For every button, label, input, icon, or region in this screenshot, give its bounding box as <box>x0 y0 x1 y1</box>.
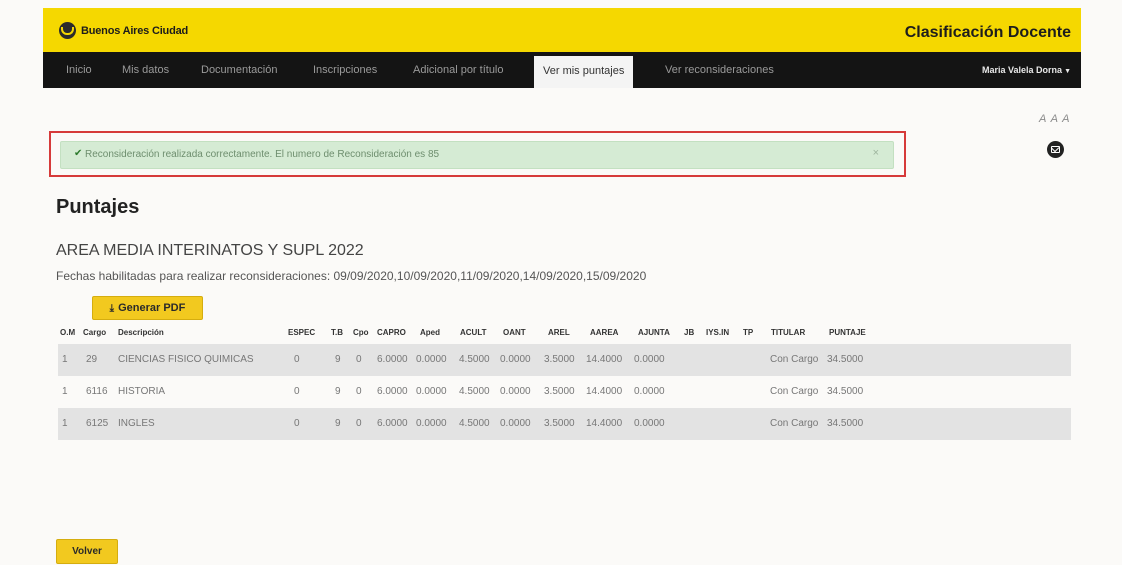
alert-highlight-box <box>49 131 906 177</box>
table-cell: 6116 <box>86 386 108 397</box>
nav-documentacion[interactable]: Documentación <box>201 52 277 88</box>
table-cell: Con Cargo <box>770 386 819 397</box>
col-header: AREL <box>548 328 570 337</box>
table-cell: 14.4000 <box>586 386 623 397</box>
reconsideration-dates: Fechas habilitadas para realizar reconsi… <box>56 269 646 283</box>
table-cell: 0.0000 <box>500 354 531 365</box>
table-cell: 1 <box>62 418 68 429</box>
col-header: CAPRO <box>377 328 406 337</box>
col-header: TP <box>743 328 754 337</box>
col-header: PUNTAJE <box>829 328 866 337</box>
site-header: Buenos Aires Ciudad Clasificación Docent… <box>43 8 1081 52</box>
table-cell: 0 <box>294 354 300 365</box>
col-header: OANT <box>503 328 526 337</box>
font-size-controls[interactable]: A A A <box>1039 113 1071 125</box>
table-row: 1 29 CIENCIAS FISICO QUIMICAS 0 9 0 6.00… <box>58 344 1071 376</box>
col-header: Descripción <box>118 328 164 337</box>
table-cell: 9 <box>335 386 341 397</box>
table-cell: 0.0000 <box>416 354 447 365</box>
table-cell: 9 <box>335 354 341 365</box>
table-row: 1 6125 INGLES 0 9 0 6.0000 0.0000 4.5000… <box>58 408 1071 440</box>
city-logo-icon <box>59 22 76 39</box>
table-cell: 14.4000 <box>586 418 623 429</box>
nav-inscripciones[interactable]: Inscripciones <box>313 52 377 88</box>
brand-logo[interactable]: Buenos Aires Ciudad <box>59 22 188 39</box>
brand-name: Buenos Aires Ciudad <box>81 24 189 37</box>
table-cell: 3.5000 <box>544 418 575 429</box>
col-header: JB <box>684 328 695 337</box>
table-cell: 0 <box>294 418 300 429</box>
table-cell: 0 <box>356 418 362 429</box>
table-cell: 14.4000 <box>586 354 623 365</box>
user-menu[interactable]: Maria Valela Dorna ▼ <box>982 52 1071 88</box>
table-cell: 34.5000 <box>827 418 864 429</box>
caret-down-icon: ▼ <box>1064 68 1071 75</box>
col-header: ACULT <box>460 328 487 337</box>
table-cell: 4.5000 <box>459 418 490 429</box>
col-header: T.B <box>331 328 343 337</box>
nav-mis-datos[interactable]: Mis datos <box>122 52 169 88</box>
table-cell: 6125 <box>86 418 109 429</box>
table-cell: 6.0000 <box>377 386 408 397</box>
table-cell: HISTORIA <box>118 386 166 397</box>
table-cell: 1 <box>62 354 68 365</box>
table-cell: 0 <box>356 354 362 365</box>
download-icon: ⤓ <box>109 302 115 314</box>
col-header: O.M <box>60 328 76 337</box>
col-header: AJUNTA <box>638 328 670 337</box>
page-title: Puntajes <box>56 196 140 218</box>
table-cell: 0.0000 <box>634 386 665 397</box>
col-header: Cpo <box>353 328 369 337</box>
table-header: O.M Cargo Descripción ESPEC T.B Cpo CAPR… <box>58 322 1071 344</box>
table-cell: 4.5000 <box>459 354 490 365</box>
table-cell: Con Cargo <box>770 354 819 365</box>
table-cell: 1 <box>62 386 68 397</box>
dates-value: 09/09/2020,10/09/2020,11/09/2020,14/09/2… <box>333 269 647 283</box>
table-cell: 0.0000 <box>500 386 531 397</box>
table-cell: 9 <box>335 418 341 429</box>
table-cell: 0.0000 <box>416 386 447 397</box>
table-cell: 29 <box>86 354 98 365</box>
table-cell: Con Cargo <box>770 418 819 429</box>
col-header: AAREA <box>590 328 619 337</box>
mail-icon[interactable] <box>1047 141 1064 158</box>
col-header: TITULAR <box>771 328 806 337</box>
table-cell: 6.0000 <box>377 354 408 365</box>
table-cell: 4.5000 <box>459 386 490 397</box>
table-cell: CIENCIAS FISICO QUIMICAS <box>118 354 254 365</box>
nav-adicional-por-titulo[interactable]: Adicional por título <box>413 52 504 88</box>
area-title: AREA MEDIA INTERINATOS Y SUPL 2022 <box>56 242 364 259</box>
main-navbar: Inicio Mis datos Documentación Inscripci… <box>43 52 1081 88</box>
dates-label: Fechas habilitadas para realizar reconsi… <box>56 269 331 283</box>
nav-inicio[interactable]: Inicio <box>66 52 92 88</box>
col-header: Cargo <box>83 328 107 337</box>
table-cell: 0 <box>356 386 362 397</box>
col-header: IYS.IN <box>706 328 730 337</box>
table-cell: INGLES <box>118 418 155 429</box>
app-title: Clasificación Docente <box>904 24 1071 41</box>
generate-pdf-button[interactable]: ⤓ Generar PDF <box>92 296 203 320</box>
table-cell: 34.5000 <box>827 354 864 365</box>
table-cell: 3.5000 <box>544 354 575 365</box>
generate-pdf-label: Generar PDF <box>118 302 186 314</box>
table-cell: 0.0000 <box>416 418 447 429</box>
table-cell: 0 <box>294 386 300 397</box>
table-cell: 3.5000 <box>544 386 575 397</box>
nav-ver-reconsideraciones[interactable]: Ver reconsideraciones <box>665 52 774 88</box>
table-row: 1 6116 HISTORIA 0 9 0 6.0000 0.0000 4.50… <box>58 376 1071 408</box>
user-name: Maria Valela Dorna <box>982 65 1063 75</box>
back-button[interactable]: Volver <box>56 539 118 564</box>
table-cell: 6.0000 <box>377 418 408 429</box>
table-cell: 0.0000 <box>634 354 665 365</box>
table-cell: 34.5000 <box>827 386 864 397</box>
nav-ver-mis-puntajes[interactable]: Ver mis puntajes <box>534 56 634 88</box>
table-cell: 0.0000 <box>634 418 665 429</box>
col-header: ESPEC <box>288 328 316 337</box>
table-cell: 0.0000 <box>500 418 531 429</box>
col-header: Aped <box>420 328 440 337</box>
scores-table: O.M Cargo Descripción ESPEC T.B Cpo CAPR… <box>58 322 1071 440</box>
